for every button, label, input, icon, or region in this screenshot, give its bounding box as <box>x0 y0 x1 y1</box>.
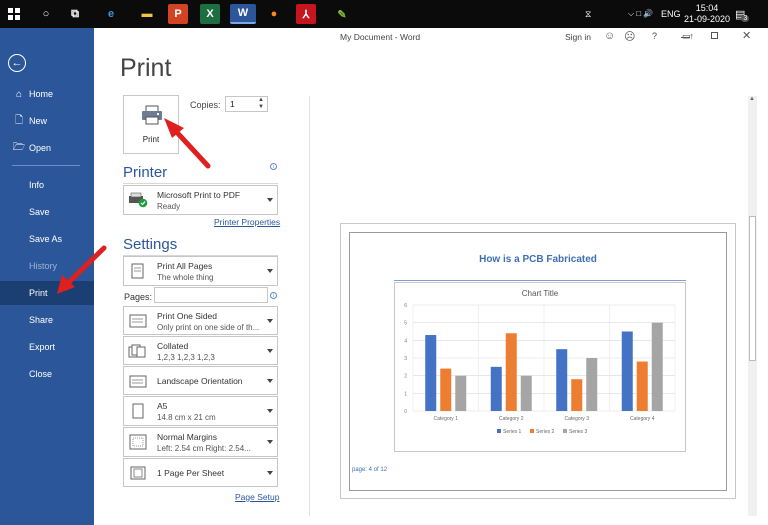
red-arrow-print-nav <box>57 245 107 294</box>
red-arrow-print-button <box>164 118 211 169</box>
annotation-arrows <box>57 118 211 294</box>
